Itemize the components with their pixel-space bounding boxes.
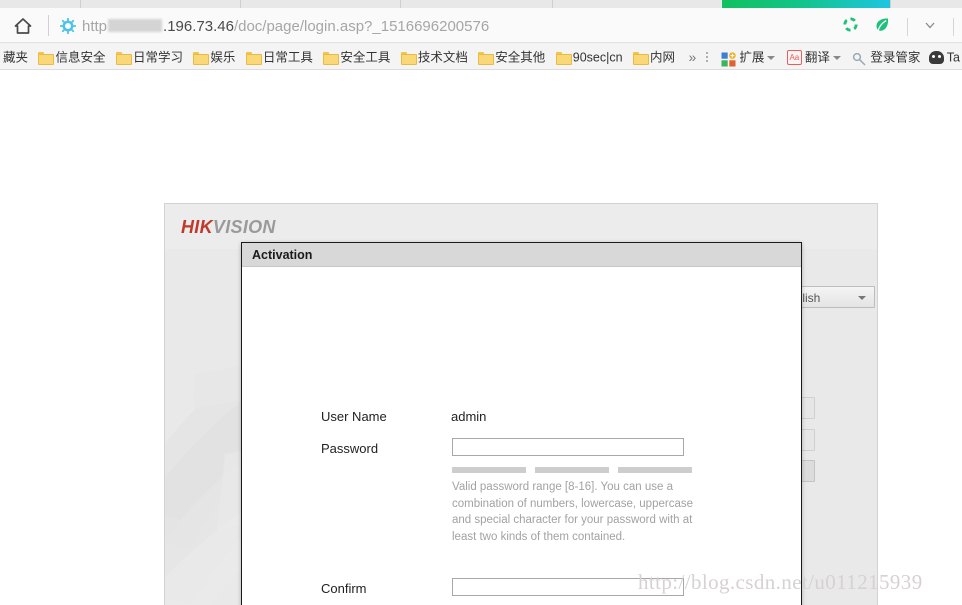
strength-segment	[535, 467, 609, 473]
folder-icon	[115, 51, 132, 65]
home-icon[interactable]	[12, 16, 34, 36]
chevron-down-icon	[858, 296, 866, 300]
tab-divider	[400, 0, 401, 8]
login-manager-label: 登录管家	[870, 50, 921, 65]
folder-icon	[400, 51, 417, 65]
bookmarks-bar[interactable]: 藏夹 信息安全 日常学习 娱乐 日常工具 安全工具 技术文档 安全其他 90se…	[0, 44, 962, 70]
panda-account-label: Ta	[946, 50, 960, 65]
bookmark-label: 信息安全	[55, 50, 106, 65]
bookmark-item[interactable]: 娱乐	[190, 44, 238, 69]
panda-icon	[928, 51, 944, 65]
bookmark-label: 藏夹	[3, 50, 29, 65]
browser-toolbar-right: 扩展 Aa 翻译 登录管家 Ta	[704, 44, 962, 69]
bookmark-label: 安全其他	[495, 50, 546, 65]
confirm-password-input[interactable]	[452, 578, 684, 596]
extensions-button[interactable]: 扩展	[721, 44, 778, 69]
bookmark-item[interactable]: 信息安全	[35, 44, 108, 69]
dialog-titlebar: Activation	[242, 243, 801, 267]
logo-vision: VISION	[212, 217, 276, 237]
username-label: User Name	[321, 409, 387, 424]
confirm-label: Confirm	[321, 581, 367, 596]
folder-icon	[38, 51, 55, 65]
folder-icon	[245, 51, 262, 65]
key-icon	[852, 50, 867, 66]
login-manager-button[interactable]: 登录管家	[852, 44, 921, 69]
bookmark-item[interactable]: 安全工具	[320, 44, 393, 69]
strength-segment	[618, 467, 692, 473]
leaf-icon[interactable]	[874, 16, 891, 38]
toolbar-drag-handle[interactable]	[705, 44, 709, 69]
tab-strip	[0, 0, 962, 8]
url-separator	[48, 15, 49, 36]
url-host: .196.73.46	[163, 18, 234, 35]
chevron-down-icon[interactable]	[767, 55, 776, 60]
logo-hik: HIK	[181, 217, 213, 237]
bookmark-folder-partial[interactable]: 藏夹	[0, 44, 31, 69]
url-redacted-block	[108, 19, 163, 32]
password-strength-meter	[452, 467, 692, 473]
folder-icon	[478, 51, 495, 65]
folder-icon	[323, 51, 340, 65]
panda-account-button[interactable]: Ta	[928, 44, 960, 69]
bookmark-label: 内网	[650, 50, 676, 65]
bookmark-item[interactable]: 内网	[630, 44, 678, 69]
chevron-down-icon[interactable]	[832, 55, 841, 60]
username-value: admin	[451, 409, 487, 424]
active-tab-indicator[interactable]	[722, 0, 890, 8]
bookmark-label: 日常学习	[132, 50, 183, 65]
extensions-icon	[721, 50, 737, 67]
translate-label: 翻译	[804, 50, 830, 65]
tab-divider	[552, 0, 553, 8]
extensions-label: 扩展	[739, 50, 765, 65]
toolbar-separator	[953, 18, 954, 36]
strength-segment	[452, 467, 526, 473]
bookmark-label: 技术文档	[417, 50, 468, 65]
password-label: Password	[321, 441, 379, 456]
url-scheme: http	[82, 18, 108, 35]
dialog-title: Activation	[252, 248, 313, 262]
toolbar-separator	[907, 18, 909, 36]
translate-icon: Aa	[786, 50, 802, 66]
url-bar-actions	[832, 16, 954, 36]
tab-divider	[890, 0, 891, 8]
page-viewport: HIKVISION English Activation User Name a…	[0, 70, 962, 605]
refresh-shield-icon[interactable]	[842, 16, 859, 38]
folder-icon	[633, 51, 650, 65]
bookmark-item[interactable]: 安全其他	[475, 44, 548, 69]
url-text[interactable]: http .196.73.46/doc/page/login.asp?_15166…	[82, 17, 489, 37]
browser-chrome: http .196.73.46/doc/page/login.asp?_15166…	[0, 0, 962, 70]
tab-divider	[240, 0, 241, 8]
bookmark-label: 娱乐	[210, 50, 236, 65]
folder-icon	[555, 51, 572, 65]
folder-icon	[193, 51, 210, 65]
bookmark-item[interactable]: 日常工具	[243, 44, 316, 69]
chevron-down-icon[interactable]	[923, 18, 937, 37]
bookmark-item[interactable]: 技术文档	[398, 44, 471, 69]
bookmark-label: 日常工具	[262, 50, 313, 65]
url-bar[interactable]: http .196.73.46/doc/page/login.asp?_15166…	[0, 8, 962, 43]
translate-button[interactable]: Aa 翻译	[786, 44, 844, 69]
hikvision-logo: HIKVISION	[181, 217, 276, 237]
bookmark-item[interactable]: 日常学习	[113, 44, 186, 69]
url-path: /doc/page/login.asp?_1516696200576	[233, 18, 490, 35]
bookmark-label: 安全工具	[340, 50, 391, 65]
password-hint-text: Valid password range [8-16]. You can use…	[452, 481, 693, 543]
password-input[interactable]	[452, 438, 684, 456]
bookmarks-overflow-button[interactable]: »	[682, 44, 702, 69]
bookmark-label: 90sec|cn	[572, 50, 623, 65]
bookmark-item[interactable]: 90sec|cn	[553, 44, 626, 69]
dialog-body: User Name admin Password Valid password …	[242, 268, 801, 605]
site-favicon	[59, 17, 77, 35]
tab-divider	[80, 0, 81, 8]
activation-dialog: Activation User Name admin Password Vali…	[241, 242, 802, 605]
